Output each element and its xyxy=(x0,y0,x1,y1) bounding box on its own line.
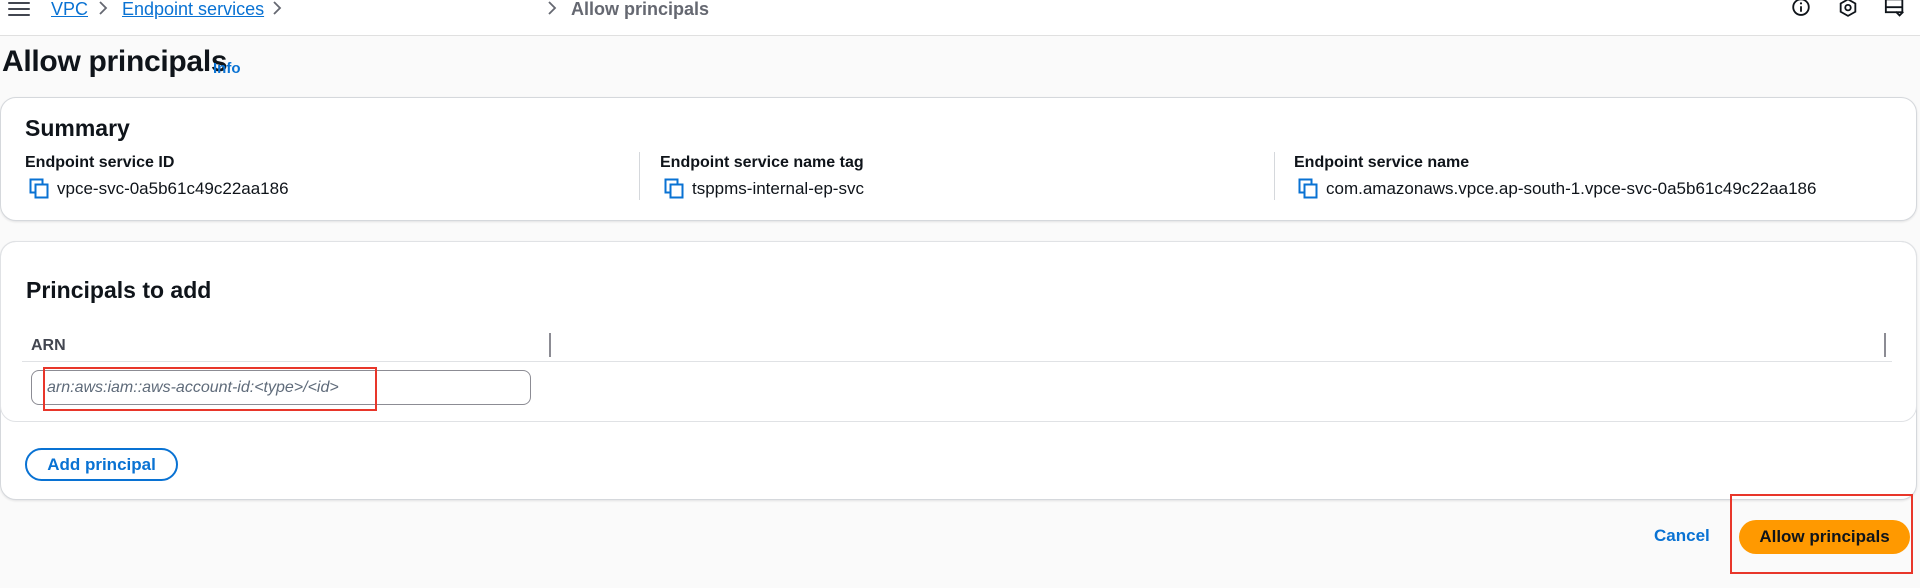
chevron-right-icon xyxy=(99,1,108,15)
table-header-divider xyxy=(22,361,1892,362)
arn-input[interactable] xyxy=(31,370,531,405)
add-principal-button[interactable]: Add principal xyxy=(25,448,178,481)
copy-icon[interactable] xyxy=(29,178,49,200)
breadcrumb-link-vpc[interactable]: VPC xyxy=(51,0,88,19)
endpoint-service-name-tag-label: Endpoint service name tag xyxy=(660,154,864,171)
column-divider xyxy=(639,152,640,200)
column-divider xyxy=(1274,152,1275,200)
summary-card xyxy=(0,97,1917,221)
split-panel-icon[interactable] xyxy=(1883,0,1907,20)
allow-principals-button[interactable]: Allow principals xyxy=(1739,520,1910,554)
hamburger-menu-icon[interactable] xyxy=(8,0,30,16)
cancel-button[interactable]: Cancel xyxy=(1654,526,1710,546)
endpoint-service-name-value: com.amazonaws.vpce.ap-south-1.vpce-svc-0… xyxy=(1326,179,1817,198)
copy-icon[interactable] xyxy=(1298,178,1318,200)
hexagon-settings-icon[interactable] xyxy=(1836,0,1860,20)
endpoint-service-name-tag-value: tsppms-internal-ep-svc xyxy=(692,179,864,198)
endpoint-service-name-label: Endpoint service name xyxy=(1294,154,1470,171)
column-resizer[interactable] xyxy=(1884,333,1886,357)
chevron-right-icon xyxy=(273,1,282,15)
breadcrumb-item-endpoint-services[interactable]: Endpoint services xyxy=(122,0,264,20)
page-title: Allow principals xyxy=(2,45,228,78)
summary-heading: Summary xyxy=(25,115,130,141)
breadcrumb-link-endpoint-services[interactable]: Endpoint services xyxy=(122,0,264,19)
endpoint-service-id-value: vpce-svc-0a5b61c49c22aa186 xyxy=(57,179,289,198)
column-resizer[interactable] xyxy=(549,333,551,357)
breadcrumb-item-allow-principals: Allow principals xyxy=(571,0,710,19)
chevron-right-icon xyxy=(548,1,557,15)
arn-column-header: ARN xyxy=(31,337,66,354)
copy-icon[interactable] xyxy=(664,178,684,200)
breadcrumb-item-vpc[interactable]: VPC xyxy=(51,0,88,20)
endpoint-service-id-label: Endpoint service ID xyxy=(25,154,175,171)
info-link[interactable]: Info xyxy=(213,60,241,77)
info-circle-icon[interactable] xyxy=(1789,0,1813,20)
principals-heading: Principals to add xyxy=(26,277,212,303)
top-navigation-bar: VPC Endpoint services Allow principals xyxy=(0,0,1920,36)
